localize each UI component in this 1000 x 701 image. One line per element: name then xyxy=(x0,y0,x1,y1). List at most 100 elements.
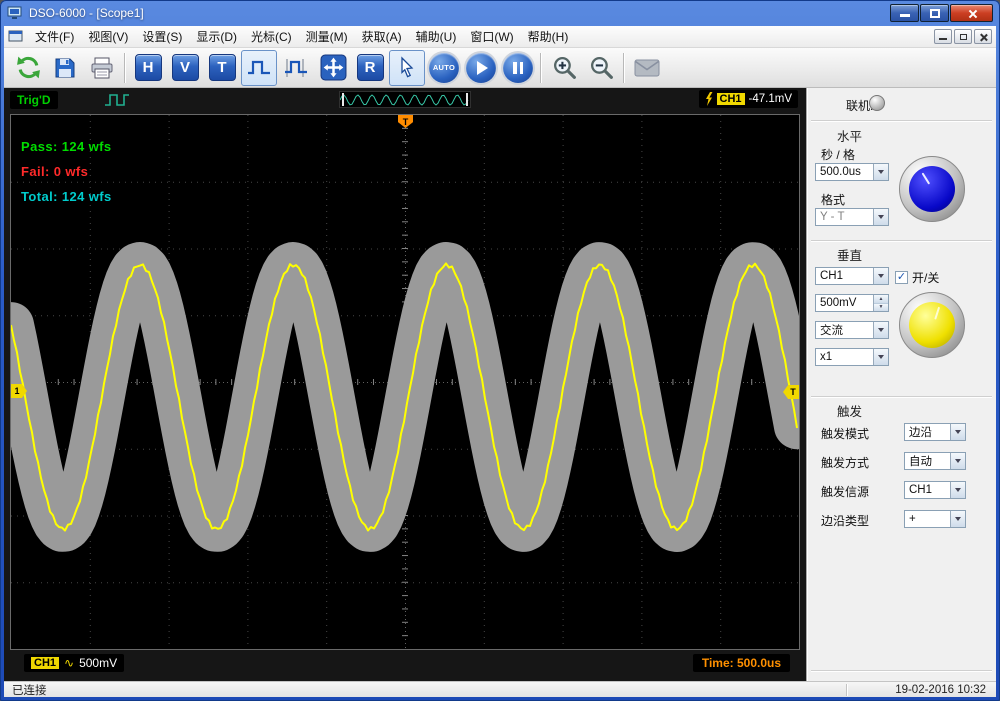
menu-item-utility[interactable]: 辅助(U) xyxy=(409,26,464,47)
trigger-sweep-select[interactable]: 自动 xyxy=(904,452,966,470)
window-title: DSO-6000 - [Scope1] xyxy=(29,6,144,20)
menu-item-display[interactable]: 显示(D) xyxy=(189,26,244,47)
preview-left-bracket xyxy=(342,93,344,106)
cursor-pointer-button[interactable] xyxy=(389,49,425,86)
format-label: 格式 xyxy=(821,193,846,207)
total-count-text: Total: 124 wfs xyxy=(21,189,112,204)
trigger-sweep-value: 自动 xyxy=(909,456,932,468)
channel-select[interactable]: CH1 xyxy=(815,267,889,285)
pause-circle xyxy=(503,52,533,83)
sec-per-div-label: 秒 / 格 xyxy=(821,148,856,162)
autoset-button[interactable]: AUTO xyxy=(426,50,462,86)
connect-sync-button[interactable] xyxy=(10,50,46,86)
square-pulse-icon xyxy=(248,60,270,74)
edge-type-value: + xyxy=(909,513,916,525)
chevron-down-icon[interactable] xyxy=(873,164,888,180)
scope-screen[interactable]: Pass: 124 wfs Fail: 0 wfs Total: 124 wfs… xyxy=(10,114,800,650)
child-window-icon xyxy=(8,30,23,41)
spinner-buttons[interactable]: ▲ ▼ xyxy=(873,295,888,311)
pulse-mode-icon xyxy=(105,94,129,106)
scope-grid-and-trace xyxy=(11,115,799,649)
zoom-out-button[interactable] xyxy=(583,50,619,86)
knob-pointer-icon xyxy=(921,172,931,185)
child-minimize-icon xyxy=(939,38,947,40)
h-letter-icon: H xyxy=(134,54,162,81)
trigger-source-select[interactable]: CH1 xyxy=(904,481,966,499)
chevron-down-icon[interactable] xyxy=(950,511,965,527)
chevron-down-icon[interactable] xyxy=(873,209,888,225)
toolbar-separator xyxy=(623,52,625,83)
trigger-section-title: 触发 xyxy=(837,405,863,419)
probe-attenuation-select[interactable]: x1 xyxy=(815,348,889,366)
coupling-select[interactable]: 交流 xyxy=(815,321,889,339)
trigger-level-readout: CH1 -47.1mV xyxy=(698,90,798,108)
timebase-select[interactable]: 500.0us xyxy=(815,163,889,181)
chevron-down-icon[interactable] xyxy=(873,322,888,338)
preview-waveform-icon xyxy=(339,94,469,106)
pause-button[interactable] xyxy=(500,50,536,86)
menu-item-help[interactable]: 帮助(H) xyxy=(521,26,576,47)
vertical-position-knob[interactable] xyxy=(899,292,965,358)
section-divider xyxy=(811,120,992,122)
record-button[interactable]: R xyxy=(352,50,388,86)
gated-pulse-icon xyxy=(285,58,307,77)
connection-status-text: 已连接 xyxy=(12,684,47,697)
pass-count-text: Pass: 124 wfs xyxy=(21,139,112,154)
print-button[interactable] xyxy=(84,50,120,86)
pause-icon xyxy=(513,61,523,74)
vertical-knob-face xyxy=(909,302,955,348)
display-format-select[interactable]: Y - T xyxy=(815,208,889,226)
zoom-in-button[interactable] xyxy=(546,50,582,86)
online-indicator xyxy=(869,95,885,111)
app-icon xyxy=(7,6,22,19)
horizontal-setup-button[interactable]: H xyxy=(130,50,166,86)
chevron-down-icon[interactable] xyxy=(950,482,965,498)
vertical-setup-button[interactable]: V xyxy=(167,50,203,86)
title-bar[interactable]: DSO-6000 - [Scope1] xyxy=(0,0,1000,26)
child-minimize-button[interactable] xyxy=(934,29,952,44)
menu-item-cursor[interactable]: 光标(C) xyxy=(244,26,299,47)
channel-value: CH1 xyxy=(820,270,844,282)
volts-per-div-spinner[interactable]: 500mV ▲ ▼ xyxy=(815,294,889,312)
child-restore-button[interactable] xyxy=(954,29,972,44)
checkbox-check-icon: ✓ xyxy=(895,271,908,284)
t-letter-icon: T xyxy=(208,54,236,81)
chevron-down-icon[interactable] xyxy=(873,349,888,365)
export-mail-button[interactable] xyxy=(629,50,665,86)
pass-fail-mask-button[interactable] xyxy=(241,49,277,86)
menu-item-setup[interactable]: 设置(S) xyxy=(135,26,189,47)
section-divider xyxy=(811,240,992,242)
run-button[interactable] xyxy=(463,50,499,86)
chevron-down-icon[interactable] xyxy=(873,268,888,284)
menu-item-measure[interactable]: 测量(M) xyxy=(299,26,355,47)
probe-value: x1 xyxy=(820,351,833,363)
maximize-button[interactable] xyxy=(920,4,949,22)
menu-item-view[interactable]: 视图(V) xyxy=(81,26,135,47)
run-circle xyxy=(466,52,496,83)
menu-item-file[interactable]: 文件(F) xyxy=(28,26,81,47)
section-divider xyxy=(811,670,992,672)
chevron-down-icon[interactable] xyxy=(950,424,965,440)
pan-zoom-button[interactable] xyxy=(315,50,351,86)
close-button[interactable] xyxy=(950,4,993,22)
chevron-down-icon[interactable] xyxy=(950,453,965,469)
waveform-preview-strip[interactable] xyxy=(339,91,471,108)
edge-type-select[interactable]: + xyxy=(904,510,966,528)
menu-item-acquire[interactable]: 获取(A) xyxy=(355,26,409,47)
trigger-source-value: CH1 xyxy=(909,484,933,496)
envelope-icon xyxy=(634,59,660,76)
waveform-measure-button[interactable] xyxy=(278,50,314,86)
trigger-setup-button[interactable]: T xyxy=(204,50,240,86)
child-close-button[interactable] xyxy=(974,29,992,44)
toolbar-separator xyxy=(540,52,542,83)
minimize-button[interactable] xyxy=(890,4,919,22)
coupling-value: 交流 xyxy=(820,325,843,337)
client-area: 文件(F) 视图(V) 设置(S) 显示(D) 光标(C) 测量(M) 获取(A… xyxy=(4,26,996,697)
ch1-onoff-checkbox[interactable]: ✓ 开/关 xyxy=(895,269,939,286)
horizontal-position-knob[interactable] xyxy=(899,156,965,222)
trigger-mode-select[interactable]: 边沿 xyxy=(904,423,966,441)
timebase-readout: Time: 500.0us xyxy=(692,654,790,672)
menu-item-window[interactable]: 窗口(W) xyxy=(463,26,520,47)
save-button[interactable] xyxy=(47,50,83,86)
maximize-icon xyxy=(930,9,940,18)
